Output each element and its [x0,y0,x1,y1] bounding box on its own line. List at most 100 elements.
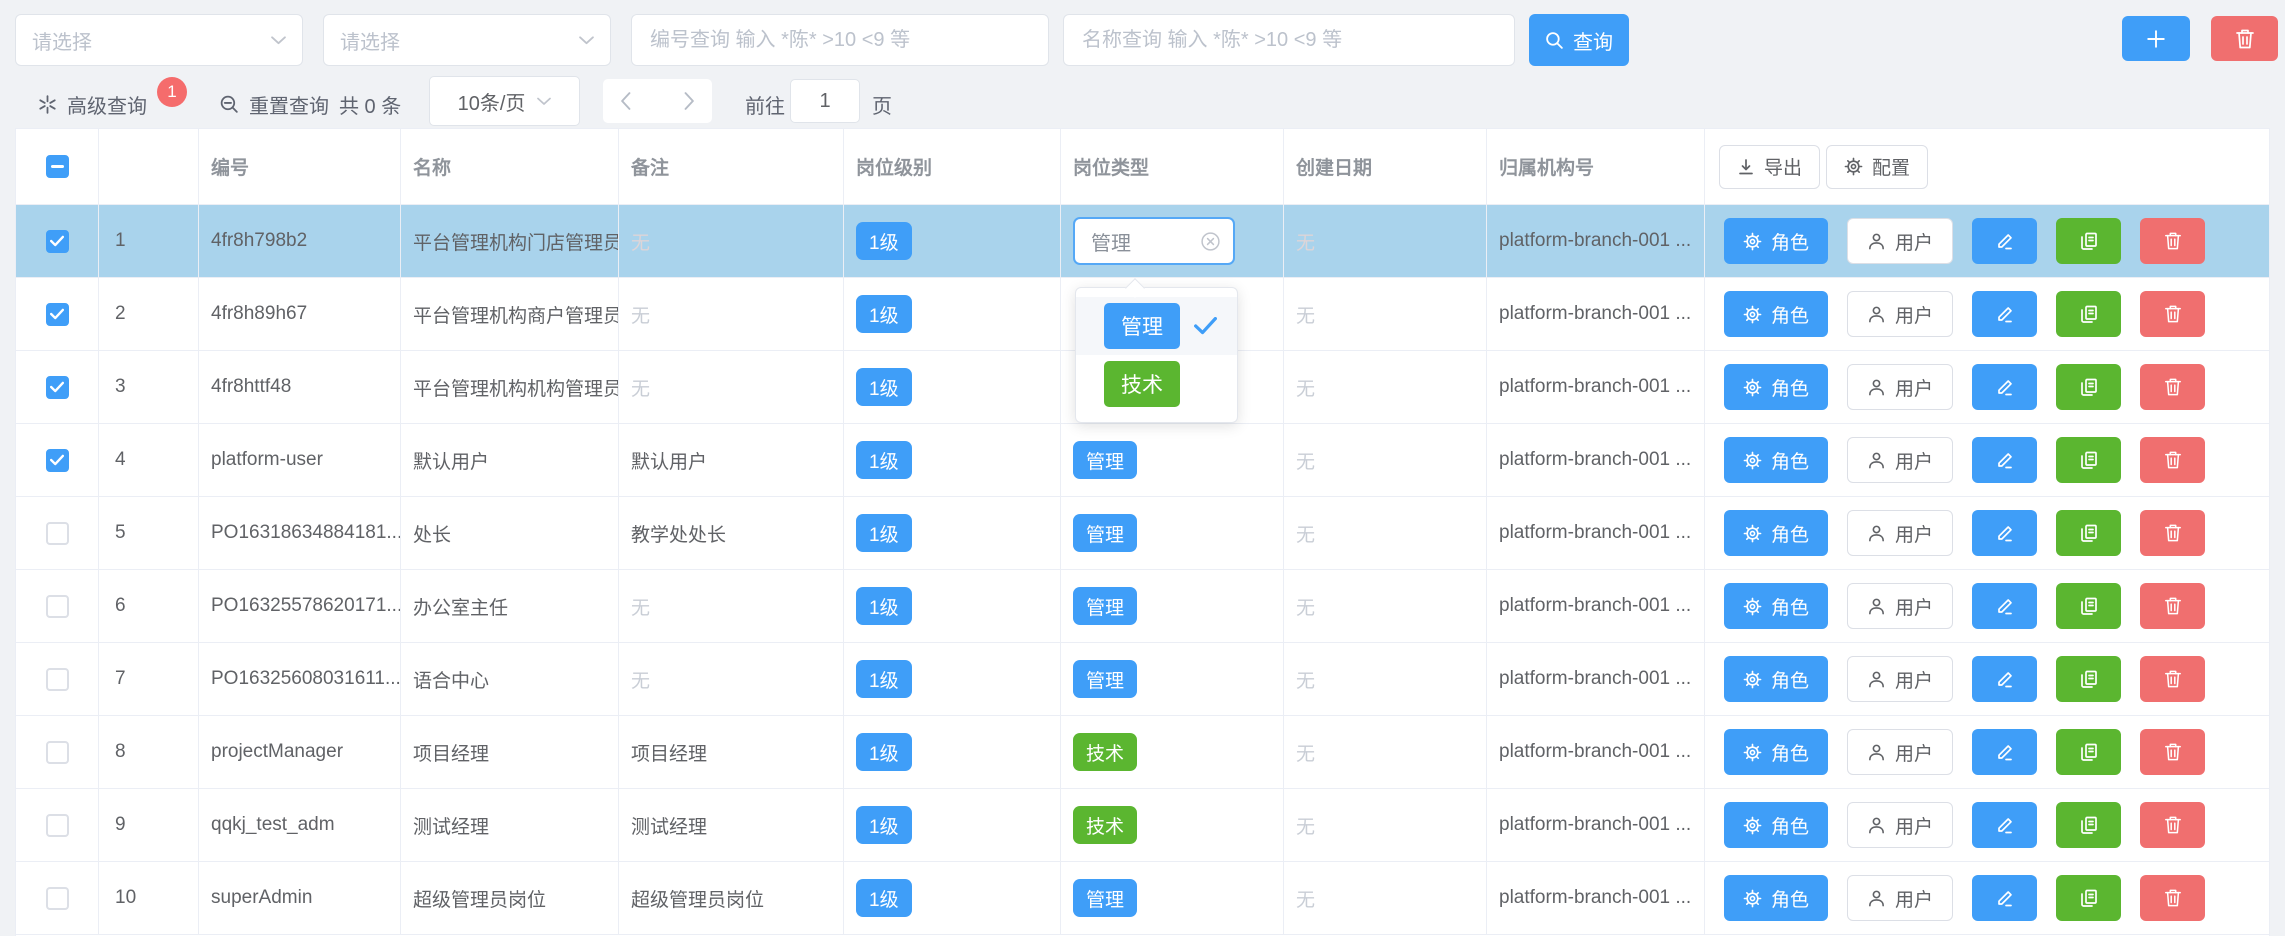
copy-button[interactable] [2056,583,2121,629]
row-level-cell: 1级 [844,570,1061,642]
edit-button[interactable] [1972,364,2037,410]
edit-button[interactable] [1972,218,2037,264]
filter-select-1[interactable]: 请选择 [15,14,303,66]
batch-delete-button[interactable] [2211,16,2278,61]
user-button[interactable]: 用户 [1847,364,1953,410]
user-button-label: 用户 [1895,885,1933,912]
advanced-query-button[interactable]: 高级查询 1 [37,90,187,118]
add-button[interactable] [2122,16,2190,61]
role-button[interactable]: 角色 [1724,218,1828,264]
trash-icon [2164,523,2182,543]
row-checkbox[interactable] [46,741,69,764]
edit-button[interactable] [1972,291,2037,337]
row-checkbox[interactable] [46,887,69,910]
pencil-icon [1995,304,2015,324]
row-checkbox[interactable] [46,814,69,837]
name-search-input[interactable] [1063,14,1515,66]
pencil-icon [1995,523,2015,543]
page-size-select[interactable]: 10条/页 [429,76,580,126]
delete-button[interactable] [2140,875,2205,921]
user-button[interactable]: 用户 [1847,583,1953,629]
copy-button[interactable] [2056,729,2121,775]
user-button[interactable]: 用户 [1847,218,1953,264]
user-button[interactable]: 用户 [1847,729,1953,775]
edit-button[interactable] [1972,875,2037,921]
copy-button[interactable] [2056,802,2121,848]
search-button[interactable]: 查询 [1529,14,1629,66]
user-button[interactable]: 用户 [1847,291,1953,337]
delete-button[interactable] [2140,291,2205,337]
role-button[interactable]: 角色 [1724,291,1828,337]
edit-button[interactable] [1972,583,2037,629]
dropdown-option-manage[interactable]: 管理 [1076,297,1237,355]
copy-button[interactable] [2056,364,2121,410]
user-button[interactable]: 用户 [1847,656,1953,702]
role-button[interactable]: 角色 [1724,875,1828,921]
row-created: 无 [1284,716,1487,788]
user-button-label: 用户 [1895,812,1933,839]
edit-button[interactable] [1972,437,2037,483]
role-button[interactable]: 角色 [1724,656,1828,702]
row-checkbox[interactable] [46,449,69,472]
type-select[interactable]: 管理 [1073,217,1235,265]
filter-select-2[interactable]: 请选择 [323,14,611,66]
row-code: platform-user [199,424,401,496]
user-button[interactable]: 用户 [1847,875,1953,921]
delete-button[interactable] [2140,437,2205,483]
delete-button[interactable] [2140,802,2205,848]
prev-page-button[interactable] [620,92,631,110]
dropdown-option-tech[interactable]: 技术 [1076,355,1237,413]
user-button[interactable]: 用户 [1847,437,1953,483]
role-button[interactable]: 角色 [1724,583,1828,629]
export-button[interactable]: 导出 [1719,145,1820,189]
select-all-checkbox[interactable] [46,155,69,178]
copy-button[interactable] [2056,875,2121,921]
delete-button[interactable] [2140,218,2205,264]
pencil-icon [1995,377,2015,397]
user-button-label: 用户 [1895,374,1933,401]
copy-button[interactable] [2056,291,2121,337]
user-button[interactable]: 用户 [1847,802,1953,848]
next-page-button[interactable] [684,92,695,110]
row-type-cell: 管理 [1061,497,1284,569]
delete-button[interactable] [2140,729,2205,775]
copy-button[interactable] [2056,510,2121,556]
row-checkbox[interactable] [46,595,69,618]
copy-icon [2079,304,2099,324]
role-button[interactable]: 角色 [1724,364,1828,410]
row-index: 4 [99,424,199,496]
delete-button[interactable] [2140,510,2205,556]
row-checkbox[interactable] [46,376,69,399]
delete-button[interactable] [2140,364,2205,410]
user-button[interactable]: 用户 [1847,510,1953,556]
checkmark-icon [50,381,64,393]
edit-button[interactable] [1972,510,2037,556]
config-button[interactable]: 配置 [1826,145,1928,189]
trash-icon [2164,742,2182,762]
delete-button[interactable] [2140,583,2205,629]
role-button[interactable]: 角色 [1724,802,1828,848]
role-button[interactable]: 角色 [1724,510,1828,556]
role-button[interactable]: 角色 [1724,437,1828,483]
edit-button[interactable] [1972,802,2037,848]
copy-button[interactable] [2056,437,2121,483]
reset-query-button[interactable]: 重置查询 [219,90,329,118]
edit-button[interactable] [1972,729,2037,775]
row-checkbox[interactable] [46,230,69,253]
delete-button[interactable] [2140,656,2205,702]
clear-icon[interactable] [1200,231,1221,252]
row-checkbox[interactable] [46,303,69,326]
copy-button[interactable] [2056,218,2121,264]
edit-button[interactable] [1972,656,2037,702]
level-tag: 1级 [856,660,912,698]
role-button[interactable]: 角色 [1724,729,1828,775]
row-checkbox[interactable] [46,668,69,691]
copy-button[interactable] [2056,656,2121,702]
user-button-label: 用户 [1895,593,1933,620]
goto-page-input[interactable] [790,79,860,123]
row-checkbox[interactable] [46,522,69,545]
row-created: 无 [1284,424,1487,496]
code-search-input[interactable] [631,14,1049,66]
chevron-right-icon [684,92,695,110]
table-header: 编号 名称 备注 岗位级别 岗位类型 创建日期 归属机构号 导出 配置 [16,129,2269,205]
